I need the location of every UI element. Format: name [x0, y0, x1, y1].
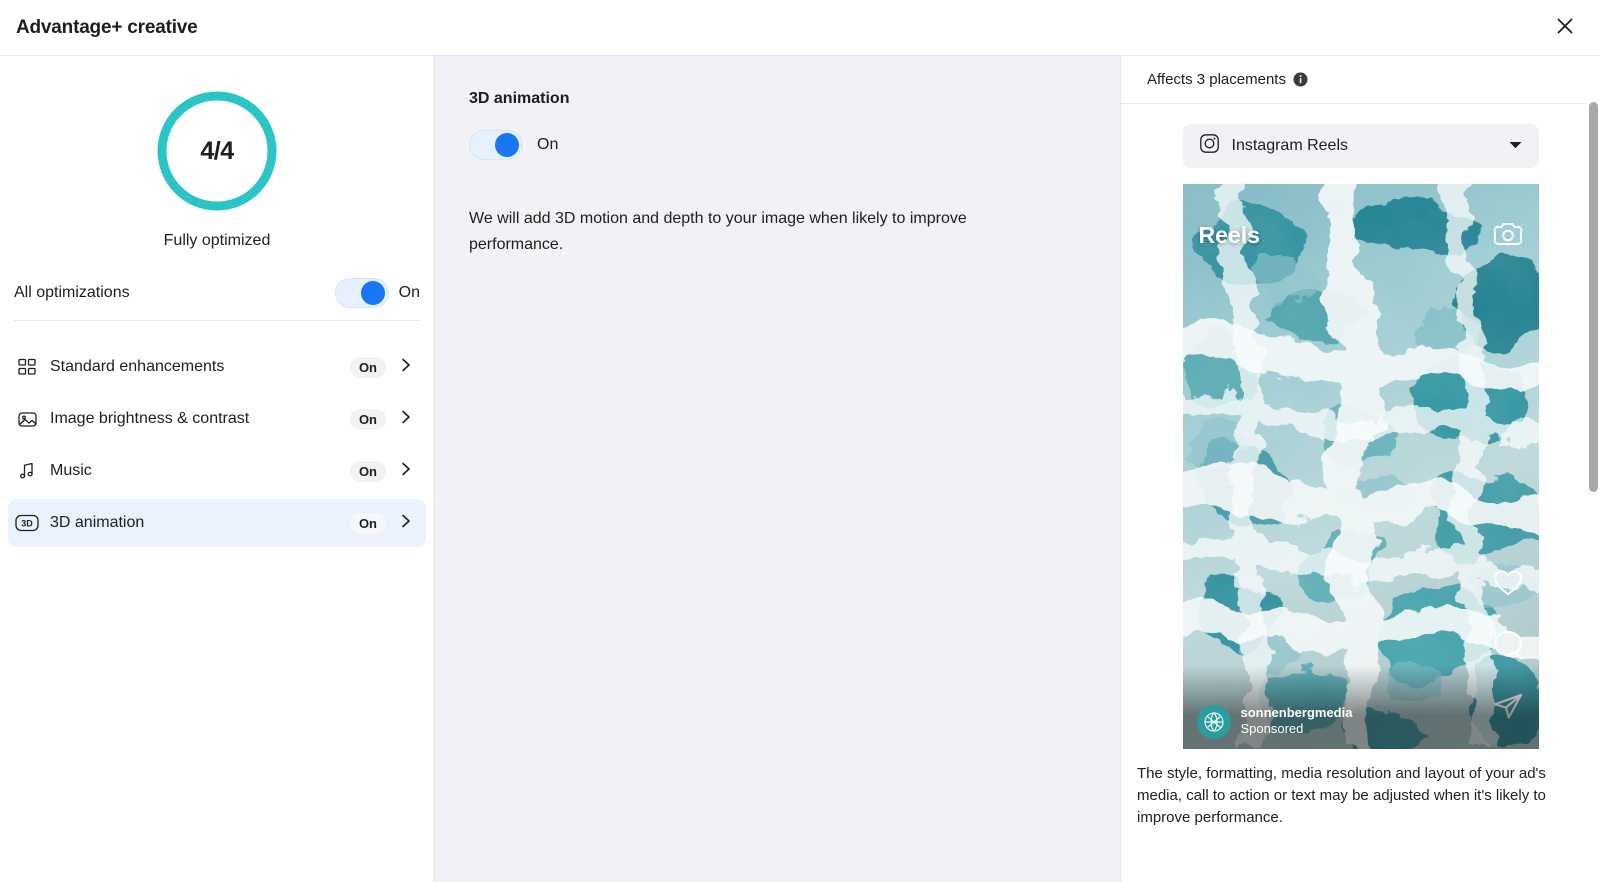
dialog-body: 4/4 Fully optimized All optimizations On — [0, 56, 1600, 882]
detail-title: 3D animation — [469, 90, 570, 107]
detail-toggle-row: On — [469, 130, 1120, 160]
grid-icon — [14, 354, 40, 380]
toggle-knob — [360, 281, 385, 305]
chevron-right-icon — [398, 513, 414, 534]
sidebar-item-music[interactable]: Music On — [8, 447, 426, 495]
optimization-list: Standard enhancements On Image brightnes… — [0, 343, 434, 547]
affects-placements-row: Affects 3 placements — [1121, 56, 1600, 104]
all-optimizations-row: All optimizations On — [0, 272, 434, 314]
affects-placements-label: Affects 3 placements — [1147, 71, 1286, 88]
optimizations-sidebar: 4/4 Fully optimized All optimizations On — [0, 56, 435, 882]
all-optimizations-label: All optimizations — [14, 284, 130, 301]
dialog-header: Advantage+ creative — [0, 0, 1600, 56]
status-badge: On — [349, 408, 386, 430]
music-note-icon — [14, 458, 40, 484]
threed-icon: 3D — [14, 510, 40, 536]
chevron-down-icon — [1508, 137, 1523, 155]
detail-panel: 3D animation On We will add 3D motion an… — [435, 56, 1120, 882]
info-icon[interactable] — [1293, 72, 1308, 87]
placement-label: Instagram Reels — [1231, 137, 1349, 154]
sidebar-item-label: Standard enhancements — [50, 358, 225, 375]
sidebar-item-3d-animation[interactable]: 3D 3D animation On — [8, 499, 426, 547]
sponsored-label: Sponsored — [1240, 721, 1304, 736]
scrollbar-thumb[interactable] — [1589, 102, 1598, 492]
3d-animation-toggle[interactable] — [469, 130, 523, 160]
reels-overlay-title: Reels — [1198, 222, 1260, 248]
chevron-right-icon — [398, 357, 414, 378]
placement-selector[interactable]: Instagram Reels — [1182, 124, 1539, 168]
instagram-icon — [1199, 133, 1220, 159]
sidebar-divider — [14, 320, 420, 321]
sidebar-item-label: Image brightness & contrast — [50, 410, 250, 427]
comment-icon[interactable] — [1493, 630, 1523, 664]
status-badge: On — [349, 512, 386, 534]
gauge-label: Fully optimized — [163, 232, 271, 249]
reels-preview-card[interactable]: Reels sonnenbergmedia Sponsored — [1182, 184, 1539, 749]
sidebar-item-image-brightness-contrast[interactable]: Image brightness & contrast On — [8, 395, 426, 443]
page-title: Advantage+ creative — [16, 16, 198, 38]
3d-animation-toggle-state: On — [537, 136, 559, 153]
status-badge: On — [349, 356, 386, 378]
status-badge: On — [349, 460, 386, 482]
sidebar-item-label: Music — [50, 462, 92, 479]
page-scrollbar[interactable] — [1586, 56, 1600, 882]
gauge-ring: 4/4 — [152, 86, 282, 216]
reels-footer: sonnenbergmedia Sponsored — [1182, 665, 1539, 749]
gauge-value: 4/4 — [200, 136, 234, 165]
reels-account-block: sonnenbergmedia Sponsored — [1241, 705, 1353, 739]
account-name: sonnenbergmedia — [1240, 705, 1353, 720]
chevron-right-icon — [398, 461, 414, 482]
sidebar-item-label: 3D animation — [50, 514, 145, 531]
camera-icon[interactable] — [1493, 222, 1523, 253]
preview-disclaimer: The style, formatting, media resolution … — [1137, 765, 1546, 826]
preview-panel: Affects 3 placements Instagram Reels Ree… — [1120, 56, 1600, 882]
close-icon — [1555, 16, 1575, 39]
close-button[interactable] — [1548, 11, 1582, 45]
all-optimizations-toggle[interactable] — [334, 278, 389, 308]
detail-description: We will add 3D motion and depth to your … — [469, 210, 967, 253]
optimization-gauge: 4/4 Fully optimized — [0, 86, 434, 250]
toggle-knob — [495, 133, 519, 157]
avatar — [1196, 705, 1231, 739]
image-icon — [14, 406, 40, 432]
all-optimizations-state: On — [398, 284, 420, 301]
chevron-right-icon — [398, 409, 414, 430]
heart-icon[interactable] — [1493, 569, 1523, 602]
svg-text:3D: 3D — [21, 518, 33, 528]
sidebar-item-standard-enhancements[interactable]: Standard enhancements On — [8, 343, 426, 391]
